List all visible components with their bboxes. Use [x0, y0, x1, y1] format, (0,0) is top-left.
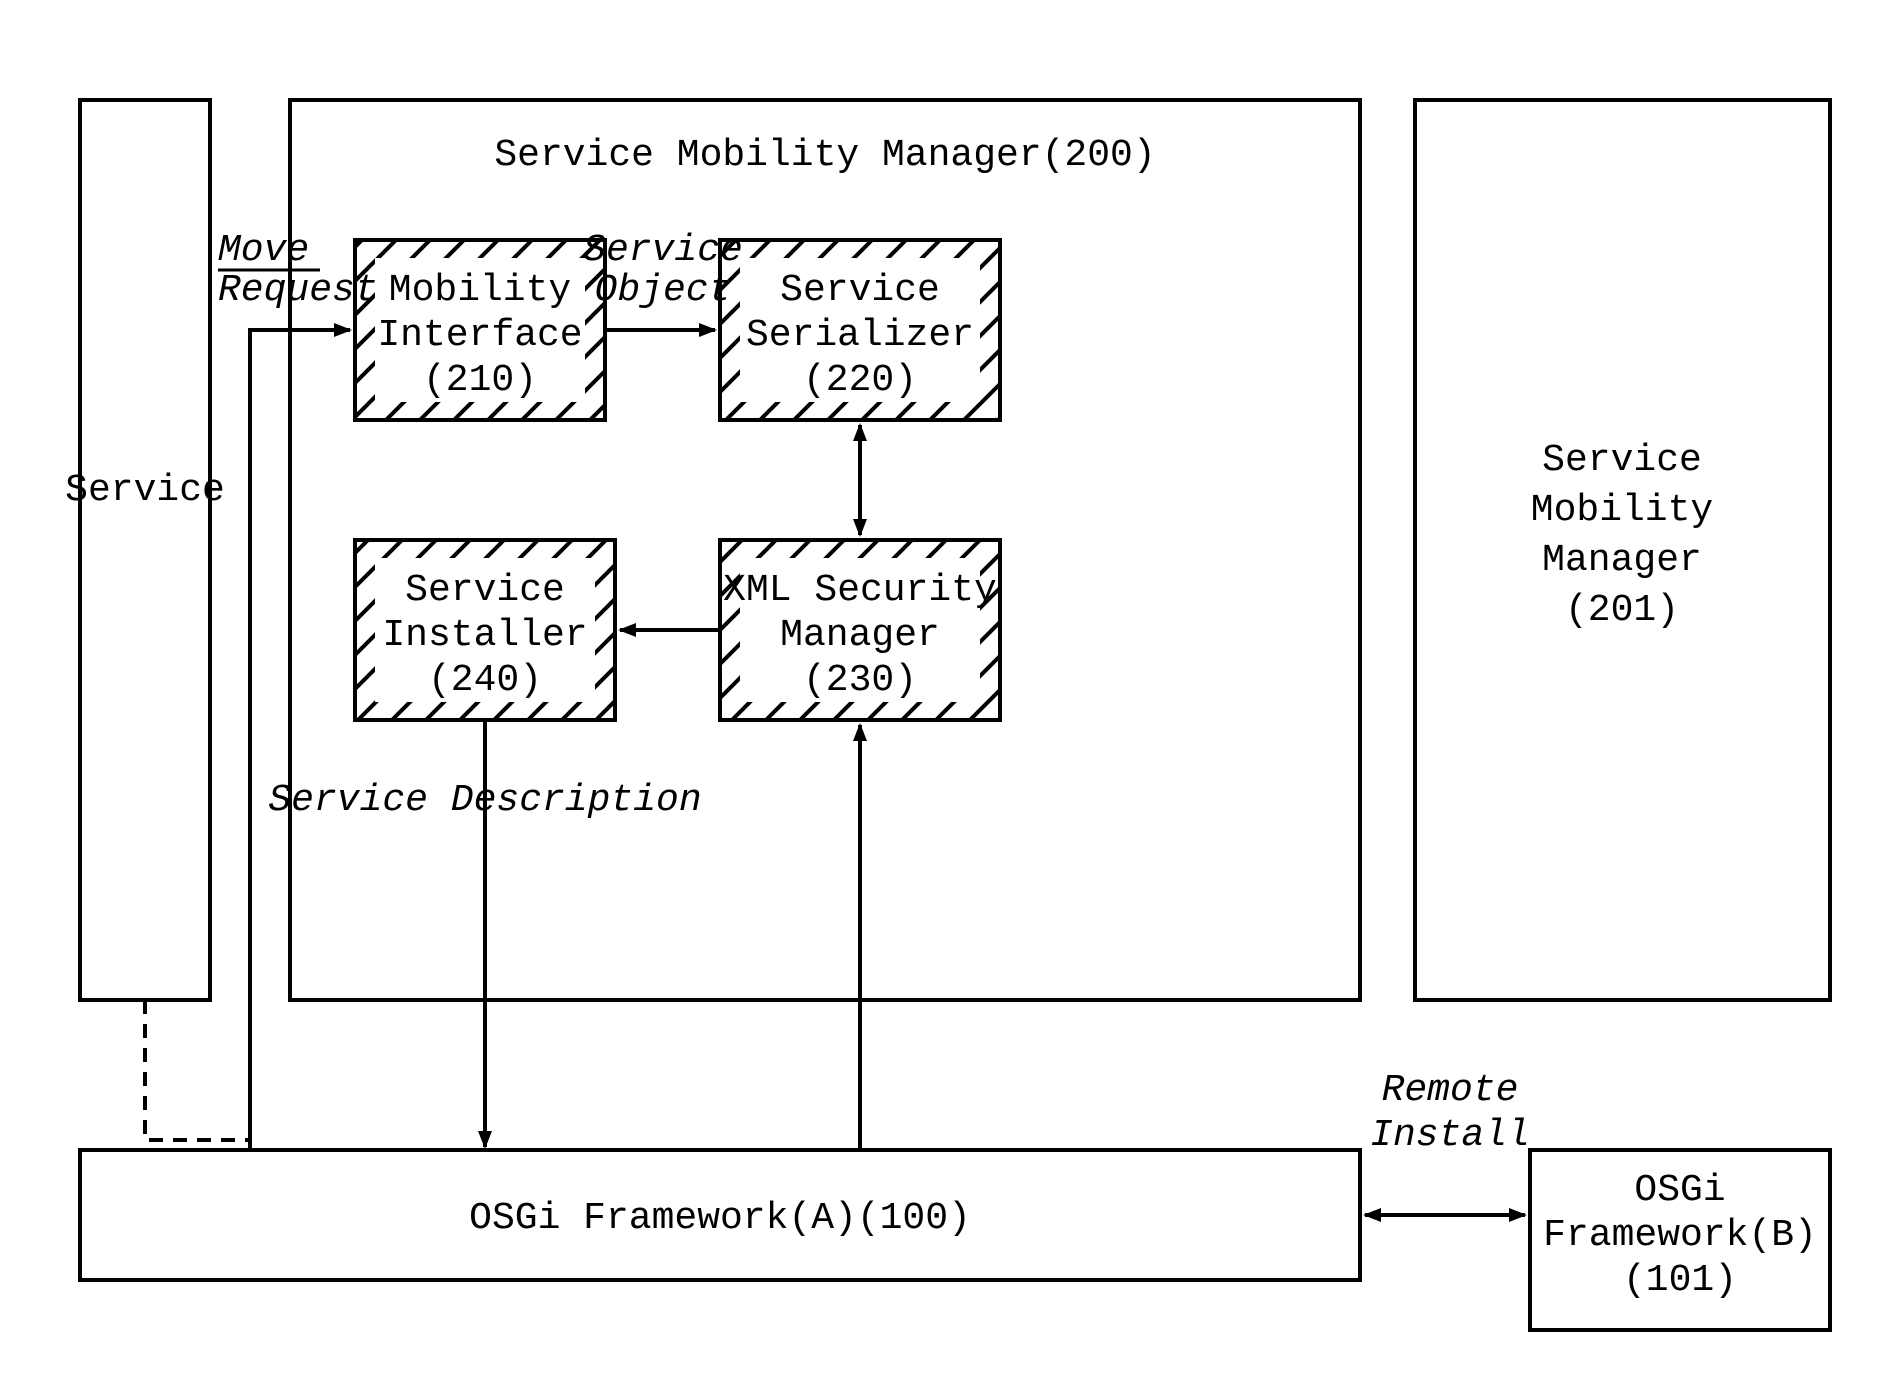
smm200-title: Service Mobility Manager(200) — [494, 134, 1155, 177]
svg-text:Move: Move — [218, 229, 309, 272]
svg-text:(230): (230) — [803, 659, 917, 702]
svg-text:Request: Request — [218, 269, 378, 312]
svg-text:Service: Service — [583, 229, 743, 272]
svg-text:Mobility: Mobility — [1531, 489, 1713, 532]
svg-text:(240): (240) — [428, 659, 542, 702]
svg-text:XML Security: XML Security — [723, 569, 997, 612]
remote-install-arrow: Remote Install — [1365, 1069, 1530, 1215]
service-installer-box: Service Installer (240) — [355, 540, 615, 720]
svg-text:Interface: Interface — [377, 314, 582, 357]
svg-text:Mobility: Mobility — [389, 269, 571, 312]
osgi-a-box: OSGi Framework(A)(100) — [80, 1150, 1360, 1280]
svg-text:(201): (201) — [1565, 589, 1679, 632]
svg-text:Manager: Manager — [1542, 539, 1702, 582]
service-box: Service — [65, 100, 225, 1000]
mobility-interface-box: Mobility Interface (210) — [355, 240, 605, 420]
service-dashed-connector — [145, 1000, 250, 1150]
xml-security-box: XML Security Manager (230) — [720, 540, 1000, 720]
svg-text:Framework(B): Framework(B) — [1543, 1214, 1817, 1257]
svg-text:OSGi Framework(A)(100): OSGi Framework(A)(100) — [469, 1197, 971, 1240]
svg-text:Service: Service — [780, 269, 940, 312]
svg-text:Service Description: Service Description — [268, 779, 701, 822]
svg-text:(210): (210) — [423, 359, 537, 402]
svg-text:Remote: Remote — [1382, 1069, 1519, 1112]
svg-text:Installer: Installer — [382, 614, 587, 657]
smm200-box: Service Mobility Manager(200) Mobility I… — [290, 100, 1360, 1000]
svg-text:Service: Service — [1542, 439, 1702, 482]
service-serializer-box: Service Serializer (220) — [720, 240, 1000, 420]
service-label: Service — [65, 469, 225, 512]
svg-text:Service: Service — [405, 569, 565, 612]
svg-text:OSGi: OSGi — [1634, 1169, 1725, 1212]
osgi-b-box: OSGi Framework(B) (101) — [1530, 1150, 1830, 1330]
svg-text:(101): (101) — [1623, 1259, 1737, 1302]
svg-text:Object: Object — [595, 269, 732, 312]
svg-text:Manager: Manager — [780, 614, 940, 657]
smm201-box: Service Mobility Manager (201) — [1415, 100, 1830, 1000]
svg-text:(220): (220) — [803, 359, 917, 402]
svg-text:Install: Install — [1370, 1114, 1530, 1157]
svg-text:Serializer: Serializer — [746, 314, 974, 357]
